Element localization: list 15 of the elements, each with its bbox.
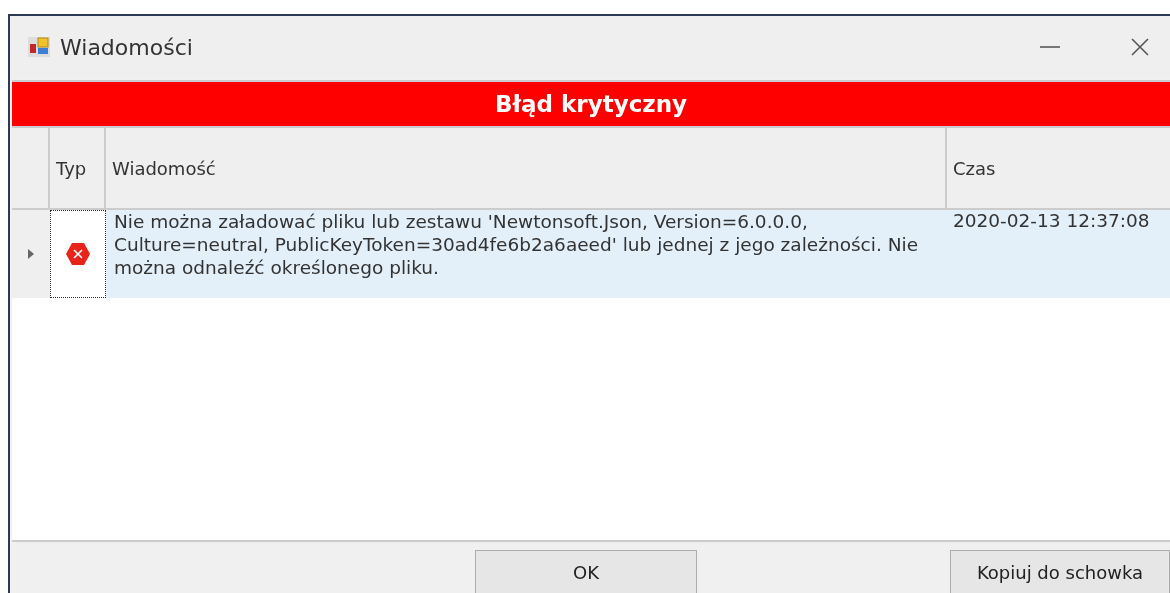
- table-row[interactable]: [12, 210, 1170, 298]
- column-header[interactable]: Czas: [947, 128, 1170, 208]
- message-text: Nie można załadować pliku lub zestawu 'Newtonsoft.Json, Version=6.0.0.0, Culture=neutral, PublicKeyToken=30ad4fe6b2a6aeed' lub jednej z jego zależności. Nie można odnaleźć określonego pliku.: [113, 210, 920, 281]
- time-text: 2020-02-13 12:37:08: [952, 210, 1151, 233]
- row-indicator-icon: [28, 249, 34, 259]
- copy-button[interactable]: Kopiuj do schowka: [950, 550, 1170, 593]
- ok-button[interactable]: OK: [475, 550, 697, 593]
- app-icon: [28, 37, 50, 57]
- window-title: Wiadomości: [60, 34, 193, 60]
- error-icon: [65, 242, 91, 266]
- minimize-icon: [1040, 45, 1060, 49]
- column-header[interactable]: Wiadomość: [106, 128, 947, 208]
- column-header[interactable]: Typ: [50, 128, 106, 208]
- error-banner: Błąd krytyczny: [12, 80, 1170, 128]
- close-icon: [1130, 37, 1150, 57]
